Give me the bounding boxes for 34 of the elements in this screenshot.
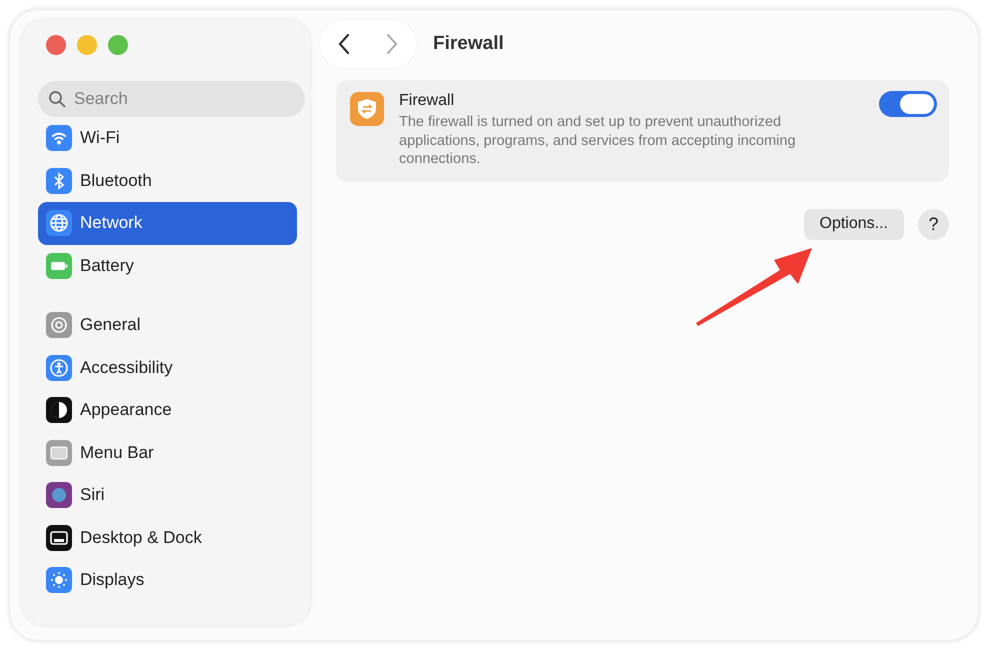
setting-title: Firewall	[399, 92, 456, 110]
battery-icon	[46, 252, 72, 279]
zoom-button[interactable]	[108, 35, 128, 55]
displays-icon	[46, 567, 72, 594]
setting-description: The firewall is turned on and set up to prevent unauthorized applications, programs, and services from accepting incoming connections.	[399, 113, 797, 168]
minimize-button[interactable]	[77, 35, 97, 55]
forward-icon[interactable]	[385, 33, 399, 55]
sidebar-item[interactable]: Accessibility	[38, 346, 297, 389]
bluetooth-icon	[46, 168, 72, 194]
search-icon	[48, 90, 66, 108]
search-field[interactable]: Search	[38, 81, 305, 117]
accessibility-icon	[46, 354, 72, 381]
sidebar-item[interactable]: Displays	[38, 559, 297, 602]
network-icon	[46, 210, 72, 236]
sidebar-item[interactable]: Desktop & Dock	[38, 516, 297, 559]
wifi-icon	[46, 125, 72, 152]
window-title: Firewall	[433, 33, 504, 55]
firewall-toggle[interactable]	[879, 91, 937, 117]
sidebar-item[interactable]: Siri	[38, 474, 297, 516]
sidebar-item[interactable]: General	[38, 304, 297, 346]
appearance-icon	[46, 397, 72, 424]
close-button[interactable]	[46, 35, 66, 55]
sidebar-item[interactable]: Wi-Fi	[38, 117, 297, 160]
sidebar-item[interactable]: Bluetooth	[38, 160, 297, 202]
sidebar-item[interactable]: Network	[38, 202, 297, 244]
shield-icon	[350, 92, 384, 126]
dock-icon	[46, 524, 72, 551]
help-button[interactable]: ?	[918, 208, 949, 240]
sidebar-item[interactable]: Menu Bar	[38, 432, 297, 474]
sidebar-item[interactable]: Appearance	[38, 389, 297, 432]
sidebar-item[interactable]: Battery	[38, 244, 297, 287]
general-icon	[46, 312, 72, 338]
back-icon[interactable]	[337, 33, 351, 55]
options-button[interactable]: Options...	[804, 208, 904, 240]
